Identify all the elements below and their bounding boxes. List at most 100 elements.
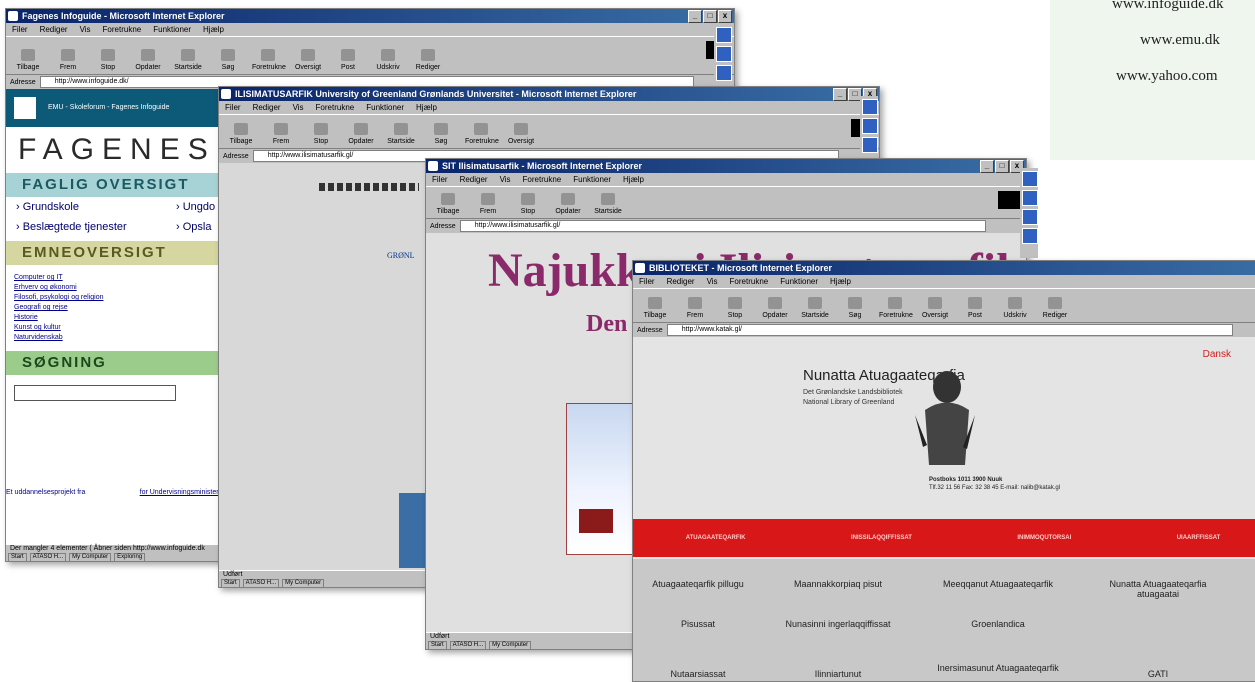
address-input[interactable]: http://www.katak.gl/ <box>666 324 1233 336</box>
menu-file[interactable]: Filer <box>12 23 28 36</box>
start-button[interactable]: Start <box>428 641 447 649</box>
nav-item[interactable]: INIMMOQUTORSAI <box>1017 535 1071 541</box>
close-button[interactable]: x <box>718 10 732 23</box>
search-button[interactable]: Søg <box>839 297 871 319</box>
taskbar-item[interactable]: My Computer <box>489 641 532 649</box>
taskbar-item[interactable]: ATASO H... <box>242 579 280 587</box>
menu-help[interactable]: Hjælp <box>203 23 224 36</box>
refresh-button[interactable]: Opdater <box>345 123 377 145</box>
menu-view[interactable]: Vis <box>293 101 304 114</box>
home-button[interactable]: Startside <box>172 49 204 71</box>
grid-link[interactable]: Meeqqanut Atuagaateqarfik <box>933 579 1063 589</box>
grid-link[interactable]: Nutaarsiassat <box>633 669 763 679</box>
title-bar[interactable]: SIT Ilisimatusarfik - Microsoft Internet… <box>426 159 1026 173</box>
menu-help[interactable]: Hjælp <box>830 275 851 288</box>
title-bar[interactable]: BIBLIOTEKET - Microsoft Internet Explore… <box>633 261 1255 275</box>
home-button[interactable]: Startside <box>385 123 417 145</box>
grid-link[interactable]: Nunatta Atuagaateqarfia atuagaatai <box>1103 579 1213 599</box>
history-button[interactable]: Oversigt <box>505 123 537 145</box>
back-button[interactable]: Tilbage <box>12 49 44 71</box>
stop-button[interactable]: Stop <box>92 49 124 71</box>
menu-tools[interactable]: Funktioner <box>366 101 404 114</box>
refresh-button[interactable]: Opdater <box>132 49 164 71</box>
history-button[interactable]: Oversigt <box>292 49 324 71</box>
language-link[interactable]: Dansk <box>1203 349 1231 360</box>
start-button[interactable]: Start <box>8 553 27 561</box>
forward-button[interactable]: Frem <box>679 297 711 319</box>
back-button[interactable]: Tilbage <box>639 297 671 319</box>
menu-edit[interactable]: Rediger <box>40 23 68 36</box>
menu-help[interactable]: Hjælp <box>416 101 437 114</box>
print-button[interactable]: Udskriv <box>999 297 1031 319</box>
nav-item[interactable]: ATUAGAATEQARFIK <box>686 535 746 541</box>
nav-item[interactable]: UIAARFFISSAT <box>1177 535 1221 541</box>
nav-item[interactable]: INISSILAQQIFFISSAT <box>851 535 912 541</box>
taskbar-item[interactable]: My Computer <box>282 579 325 587</box>
minimize-button[interactable]: _ <box>980 160 994 173</box>
link-beslaegtede[interactable]: › Beslægtede tjenester <box>6 217 166 237</box>
address-input[interactable]: http://www.ilisimatusarfik.gl/ <box>459 220 986 232</box>
side-label[interactable]: GRØNL <box>387 251 415 260</box>
forward-button[interactable]: Frem <box>472 193 504 215</box>
menu-file[interactable]: Filer <box>432 173 448 186</box>
grid-link[interactable]: Ilinniartunut <box>773 669 903 679</box>
home-button[interactable]: Startside <box>592 193 624 215</box>
menu-tools[interactable]: Funktioner <box>573 173 611 186</box>
favorites-button[interactable]: Foretrukne <box>879 297 913 319</box>
minimize-button[interactable]: _ <box>688 10 702 23</box>
menu-help[interactable]: Hjælp <box>623 173 644 186</box>
taskbar-item[interactable]: ATASO H... <box>29 553 67 561</box>
menu-favorites[interactable]: Foretrukne <box>316 101 355 114</box>
menu-tools[interactable]: Funktioner <box>780 275 818 288</box>
grid-link[interactable]: Nunasinni ingerlaqqiffissat <box>773 619 903 629</box>
grid-link[interactable]: Maannakkorpiaq pisut <box>773 579 903 589</box>
start-button[interactable]: Start <box>221 579 240 587</box>
link-grundskole[interactable]: › Grundskole <box>6 197 166 217</box>
mail-button[interactable]: Post <box>959 297 991 319</box>
menu-edit[interactable]: Rediger <box>460 173 488 186</box>
favorites-button[interactable]: Foretrukne <box>465 123 499 145</box>
stop-button[interactable]: Stop <box>305 123 337 145</box>
search-button[interactable]: Søg <box>212 49 244 71</box>
title-bar[interactable]: ILISIMATUSARFIK University of Greenland … <box>219 87 879 101</box>
menu-file[interactable]: Filer <box>225 101 241 114</box>
taskbar-item[interactable]: Exploring <box>114 553 146 561</box>
edit-button[interactable]: Rediger <box>1039 297 1071 319</box>
menu-favorites[interactable]: Foretrukne <box>103 23 142 36</box>
menu-favorites[interactable]: Foretrukne <box>730 275 769 288</box>
title-bar[interactable]: Fagenes Infoguide - Microsoft Internet E… <box>6 9 734 23</box>
forward-button[interactable]: Frem <box>265 123 297 145</box>
search-button[interactable]: Søg <box>425 123 457 145</box>
taskbar-item[interactable]: ATASO H... <box>449 641 487 649</box>
favorites-button[interactable]: Foretrukne <box>252 49 286 71</box>
back-button[interactable]: Tilbage <box>225 123 257 145</box>
back-button[interactable]: Tilbage <box>432 193 464 215</box>
home-button[interactable]: Startside <box>799 297 831 319</box>
stop-button[interactable]: Stop <box>719 297 751 319</box>
link-opslag[interactable]: › Opsla <box>166 217 211 237</box>
menu-edit[interactable]: Rediger <box>667 275 695 288</box>
stop-button[interactable]: Stop <box>512 193 544 215</box>
menu-file[interactable]: Filer <box>639 275 655 288</box>
grid-link[interactable]: Groenlandica <box>933 619 1063 629</box>
grid-link[interactable]: Atuagaateqarfik pillugu <box>633 579 763 589</box>
minimize-button[interactable]: _ <box>833 88 847 101</box>
link-ungdom[interactable]: › Ungdo <box>166 197 215 217</box>
taskbar-item[interactable]: My Computer <box>69 553 112 561</box>
grid-link[interactable]: Pisussat <box>633 619 763 629</box>
footer-right-link[interactable]: for Undervisningsministeriet <box>140 489 226 496</box>
print-button[interactable]: Udskriv <box>372 49 404 71</box>
menu-edit[interactable]: Rediger <box>253 101 281 114</box>
menu-tools[interactable]: Funktioner <box>153 23 191 36</box>
menu-view[interactable]: Vis <box>707 275 718 288</box>
menu-view[interactable]: Vis <box>80 23 91 36</box>
refresh-button[interactable]: Opdater <box>552 193 584 215</box>
maximize-button[interactable]: □ <box>995 160 1009 173</box>
search-input[interactable] <box>14 385 176 401</box>
menu-view[interactable]: Vis <box>500 173 511 186</box>
refresh-button[interactable]: Opdater <box>759 297 791 319</box>
grid-link[interactable]: GATI <box>1103 669 1213 679</box>
edit-button[interactable]: Rediger <box>412 49 444 71</box>
history-button[interactable]: Oversigt <box>919 297 951 319</box>
grid-link[interactable]: Inersimasunut Atuagaateqarfik <box>933 663 1063 673</box>
